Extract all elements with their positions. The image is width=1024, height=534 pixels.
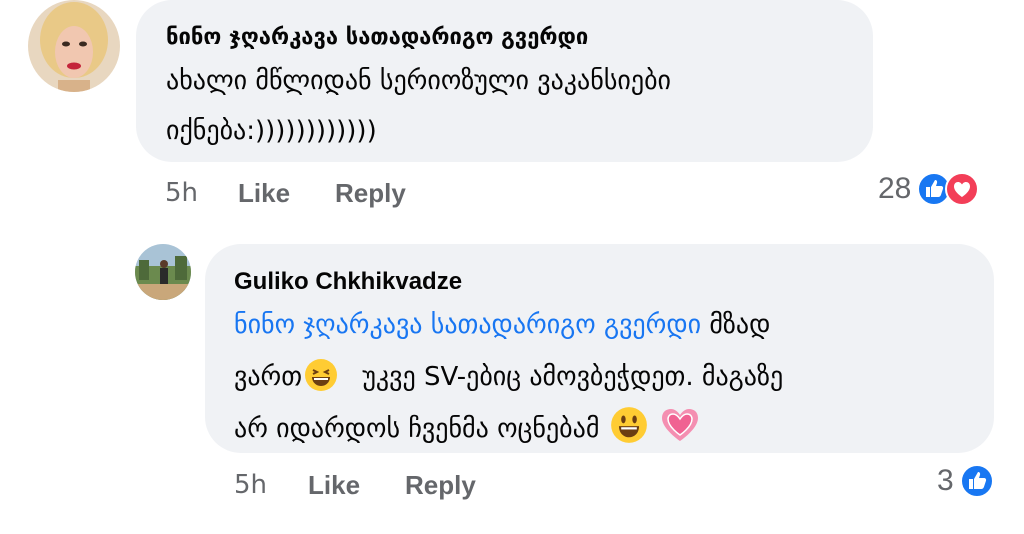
- comment-author-1[interactable]: ნინო ჯღარკავა სათადარიგო გვერდი: [166, 24, 588, 52]
- comment-text-2-line2-b: უკვე SV-ებიც ამოვბეჭდეთ. მაგაზე: [362, 362, 784, 392]
- comment-text-1-line1: ახალი მწლიდან სერიოზული ვაკანსიები: [166, 66, 671, 96]
- like-button-2[interactable]: Like: [308, 469, 360, 502]
- reaction-count-1: 28: [878, 172, 912, 205]
- comment-text-2-line3: არ იდარდოს ჩვენმა ოცნებამ: [234, 406, 702, 446]
- comment-text-2-line3-text: არ იდარდოს ჩვენმა ოცნებამ: [234, 414, 600, 444]
- reply-button-1[interactable]: Reply: [335, 177, 406, 210]
- smiling-face-open-mouth-icon: [610, 407, 647, 443]
- comment-text-2-line2: ვართ უკვე SV-ებიც ამოვბეჭდეთ. მაგაზე: [234, 358, 783, 394]
- comment-text-1-line2: იქნება:)))))))))))): [166, 116, 377, 146]
- reaction-count-2: 3: [937, 464, 954, 497]
- like-label-2: Like: [308, 470, 361, 500]
- reactions-2[interactable]: 3: [937, 464, 994, 498]
- like-icon: [959, 464, 994, 498]
- comment-time-1[interactable]: 5h: [165, 177, 198, 209]
- avatar-nino[interactable]: [28, 0, 120, 92]
- reply-button-2[interactable]: Reply: [405, 469, 476, 502]
- like-label-1: Like: [238, 178, 291, 208]
- reply-label-1: Reply: [335, 178, 406, 208]
- avatar-nino-image: [28, 0, 120, 92]
- like-button-1[interactable]: Like: [238, 177, 290, 210]
- avatar-guliko[interactable]: [135, 244, 191, 300]
- mention-link[interactable]: ნინო ჯღარკავა სათადარიგო გვერდი: [234, 310, 701, 340]
- grinning-squinting-face-icon: [305, 359, 338, 391]
- comment-author-2[interactable]: Guliko Chkhikvadze: [234, 268, 462, 296]
- love-icon: [945, 172, 980, 206]
- comment-time-2[interactable]: 5h: [234, 469, 267, 501]
- comment-text-2-line2-a: ვართ: [234, 362, 303, 392]
- avatar-guliko-image: [135, 244, 191, 300]
- reply-label-2: Reply: [405, 470, 476, 500]
- comment-text-2-line1-rest: მზად: [709, 310, 771, 340]
- comment-text-2-line1: ნინო ჯღარკავა სათადარიგო გვერდი მზად: [234, 308, 770, 342]
- growing-heart-icon: [661, 409, 698, 441]
- reactions-1[interactable]: 28: [878, 172, 980, 206]
